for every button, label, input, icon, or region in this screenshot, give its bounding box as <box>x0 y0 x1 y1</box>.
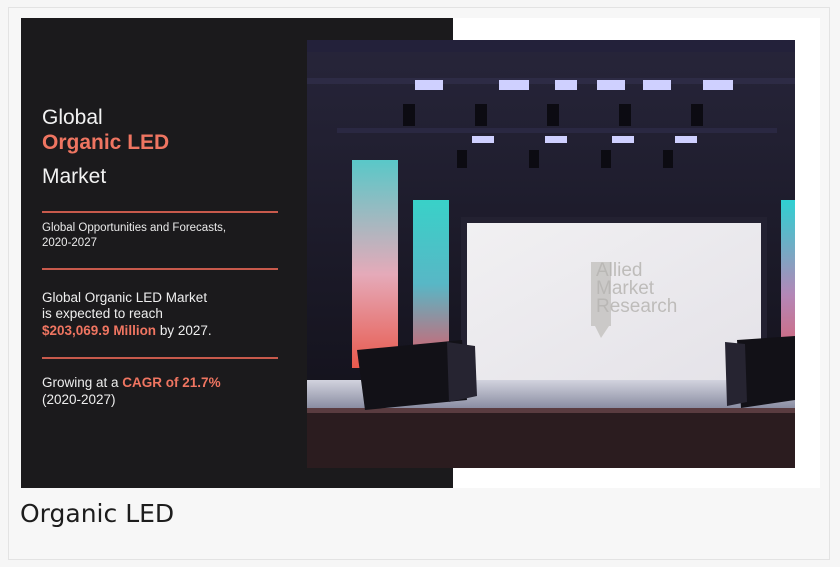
divider <box>42 268 278 270</box>
title-line-3: Market <box>42 165 107 188</box>
stat-line-2: is expected to reach <box>42 306 163 321</box>
subtitle-line-1: Global Opportunities and Forecasts, <box>42 222 227 234</box>
market-value: $203,069.9 Million <box>42 323 157 338</box>
stat-line-1: Global Organic LED Market <box>42 290 208 305</box>
image-caption: Organic LED <box>20 499 175 528</box>
divider <box>42 211 278 213</box>
report-banner-image[interactable]: Global Organic LED Market Global Opportu… <box>21 18 820 488</box>
subtitle-line-2: 2020-2027 <box>42 237 97 249</box>
stage-photo <box>307 40 795 468</box>
cagr-line: Growing at a CAGR of 21.7% <box>42 375 302 391</box>
stage-illustration <box>307 40 795 468</box>
title-line-2: Organic LED <box>42 131 170 154</box>
cagr-prefix: Growing at a <box>42 375 123 390</box>
stat-line-3: $203,069.9 Million by 2027. <box>42 323 302 339</box>
allied-market-research-watermark: Allied Market Research <box>596 261 678 317</box>
cagr-value: CAGR of 21.7% <box>122 375 221 390</box>
cagr-period: (2020-2027) <box>42 392 116 407</box>
market-value-suffix: by 2027. <box>156 323 212 338</box>
title-line-1: Global <box>42 106 103 129</box>
watermark-line-3: Research <box>596 296 678 317</box>
divider <box>42 357 278 359</box>
